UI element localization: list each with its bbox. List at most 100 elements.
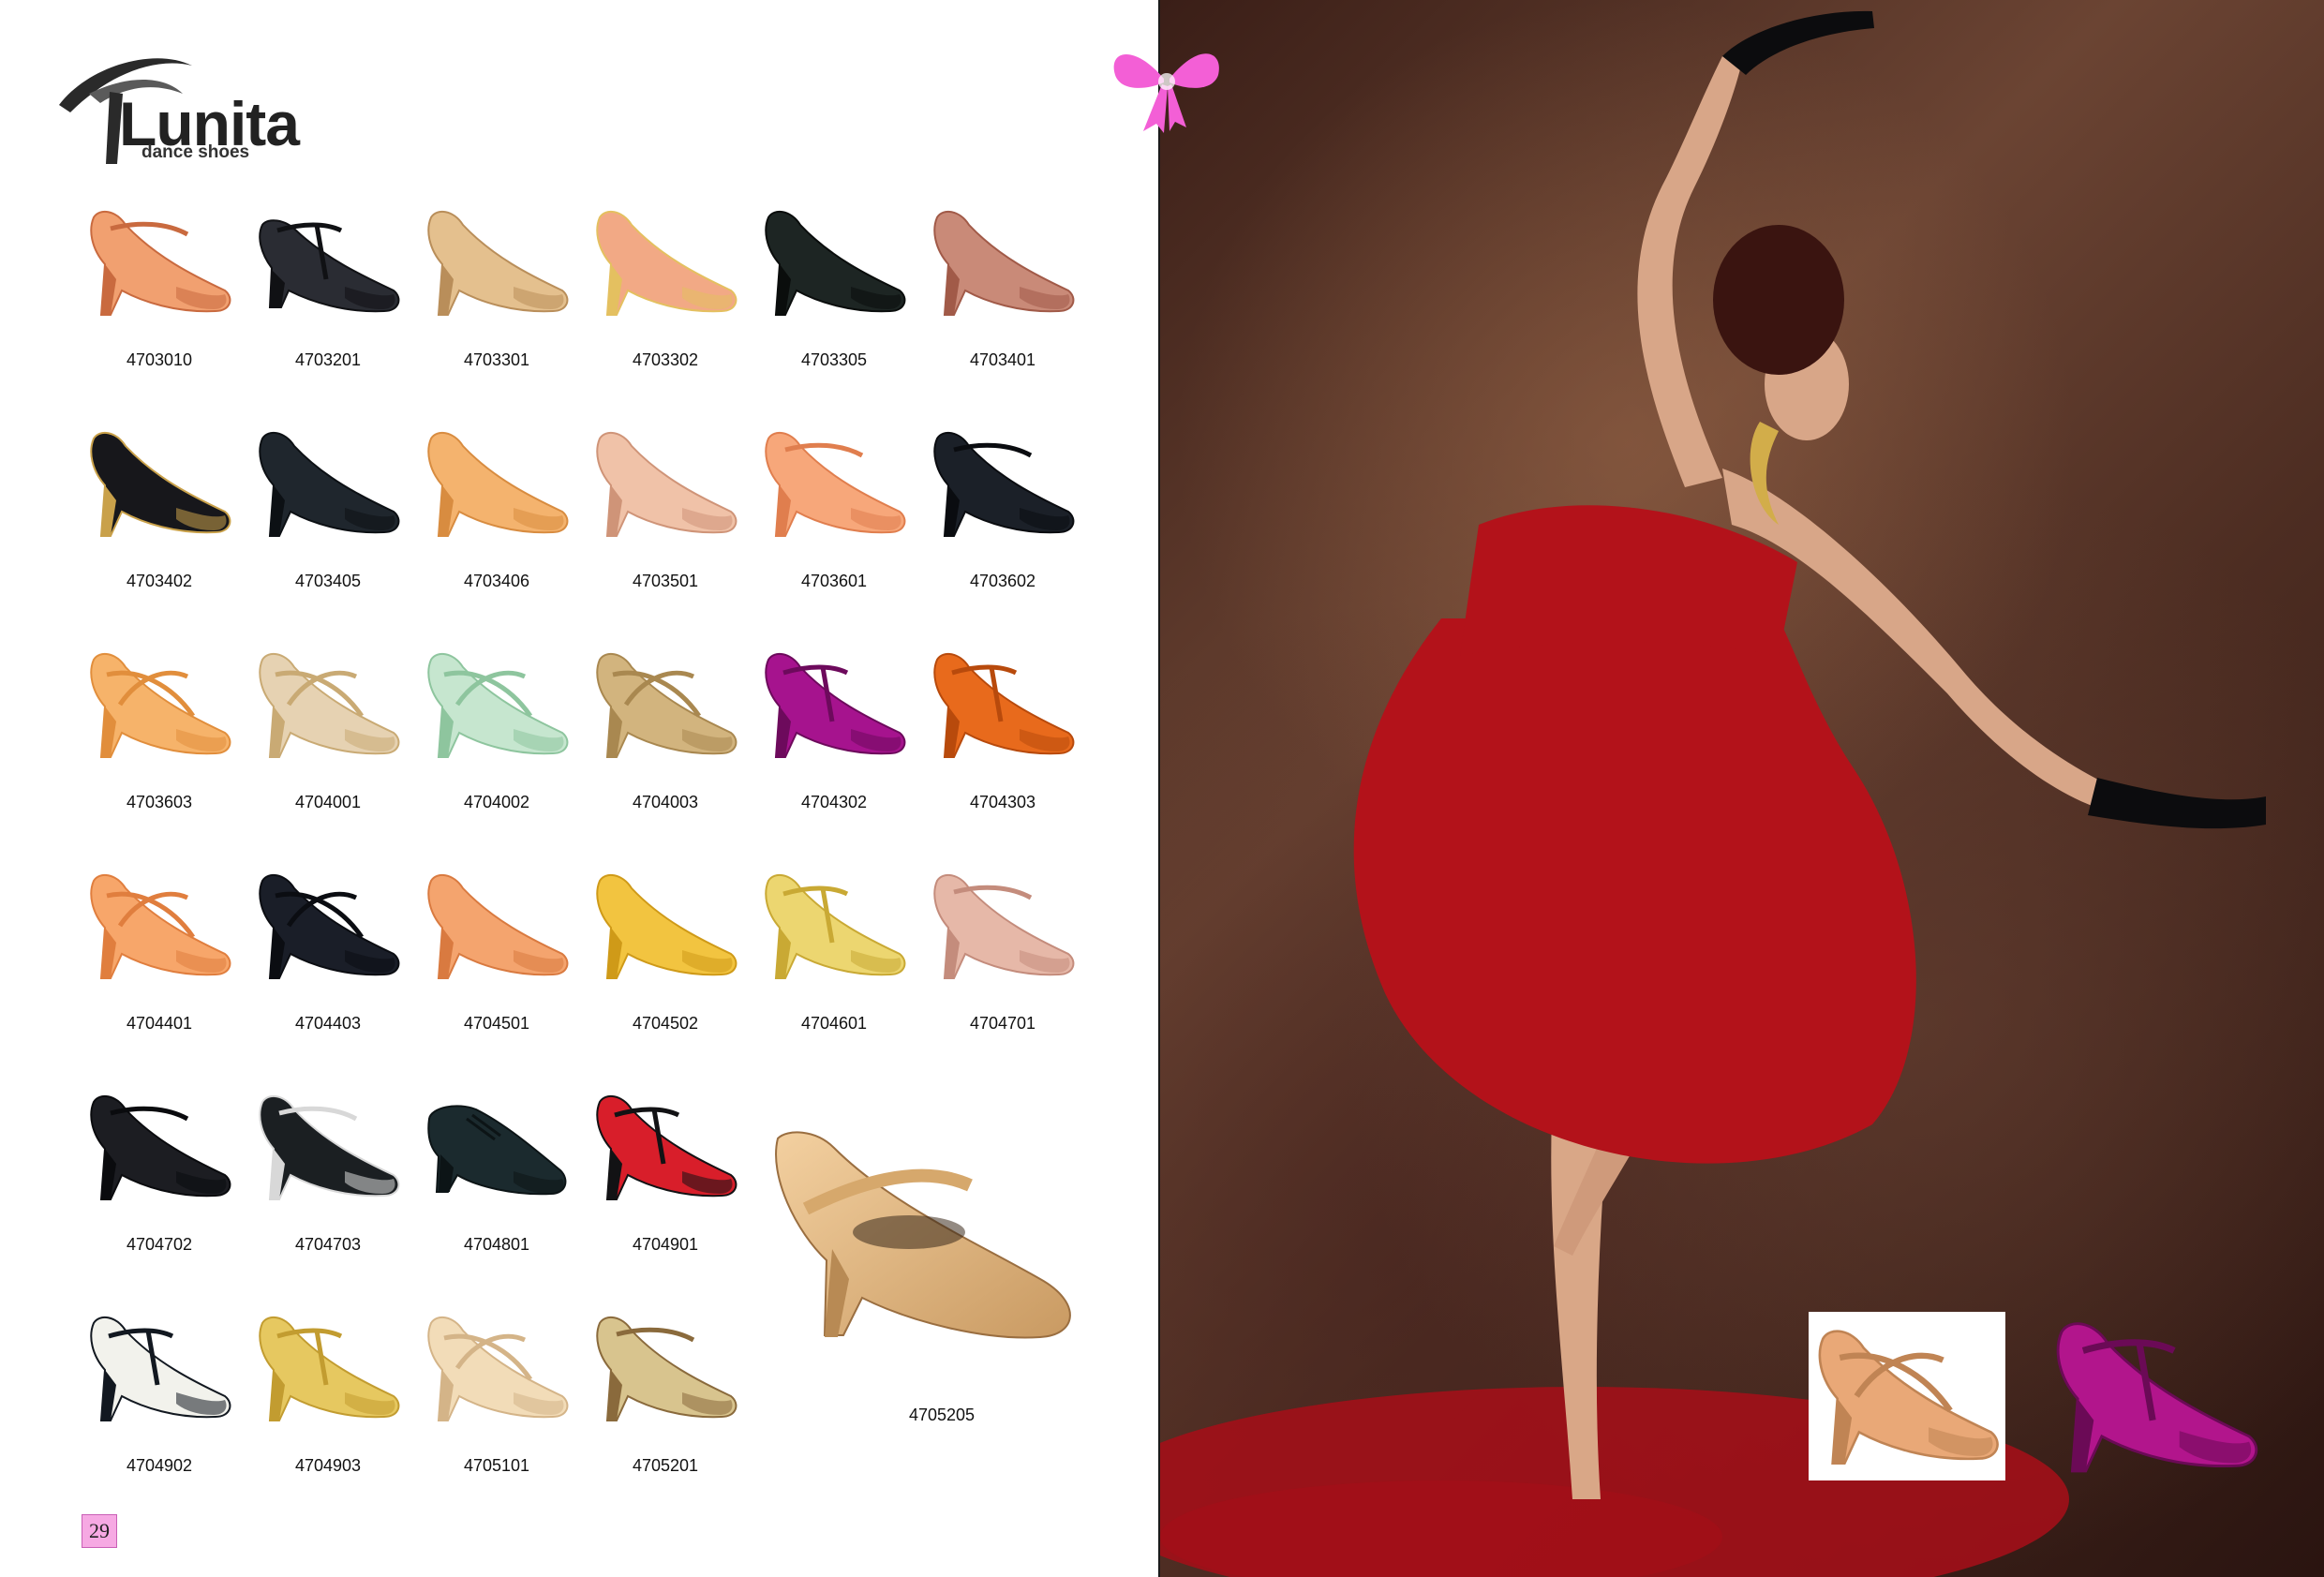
product-code: 4704403 — [294, 1014, 362, 1033]
product-code: 4703405 — [294, 572, 362, 590]
shoe-image[interactable] — [420, 639, 574, 770]
shoe-image[interactable] — [251, 1302, 405, 1434]
shoe-image[interactable] — [82, 418, 236, 549]
product-code: 4703401 — [969, 350, 1036, 369]
shoe-image[interactable] — [251, 418, 405, 549]
product-tile[interactable]: 4703602 — [918, 418, 1087, 605]
product-tile[interactable]: 4704903 — [244, 1302, 412, 1490]
brand-logo: Lunita dance shoes — [52, 37, 323, 169]
shoe-image[interactable] — [926, 418, 1080, 549]
shoe-image[interactable] — [420, 860, 574, 991]
product-tile[interactable]: 4703401 — [918, 197, 1087, 384]
product-code: 4703010 — [126, 350, 193, 369]
shoe-image[interactable] — [251, 197, 405, 328]
product-tile[interactable]: 4704302 — [750, 639, 918, 826]
shoe-image[interactable] — [82, 860, 236, 991]
product-tile[interactable]: 4703305 — [750, 197, 918, 384]
shoe-image[interactable] — [926, 197, 1080, 328]
shoe-image[interactable] — [82, 1302, 236, 1434]
product-tile[interactable]: 4704501 — [412, 860, 581, 1048]
product-tile[interactable]: 4704701 — [918, 860, 1087, 1048]
product-code: 4704001 — [294, 793, 362, 811]
product-code: 4703201 — [294, 350, 362, 369]
product-code: 4704701 — [969, 1014, 1036, 1033]
product-tile[interactable]: 4705101 — [412, 1302, 581, 1490]
shoe-image[interactable] — [757, 860, 911, 991]
shoe-image[interactable] — [757, 418, 911, 549]
product-code: 4704002 — [463, 793, 530, 811]
product-tile[interactable]: 4704003 — [581, 639, 750, 826]
product-code: 4704401 — [126, 1014, 193, 1033]
product-tile[interactable]: 4704002 — [412, 639, 581, 826]
product-tile[interactable]: 4704901 — [581, 1081, 750, 1269]
product-code: 4703402 — [126, 572, 193, 590]
product-tile[interactable]: 4703405 — [244, 418, 412, 605]
shoe-image[interactable] — [420, 197, 574, 328]
product-code: 4704302 — [800, 793, 868, 811]
product-tile[interactable]: 4703010 — [75, 197, 244, 384]
product-code: 4704502 — [632, 1014, 699, 1033]
product-tile[interactable]: 4703402 — [75, 418, 244, 605]
product-tile[interactable]: 4703603 — [75, 639, 244, 826]
shoe-image[interactable] — [420, 418, 574, 549]
product-tile[interactable]: 4704801 — [412, 1081, 581, 1269]
shoe-image[interactable] — [588, 418, 742, 549]
inset-shoe-image-1 — [1809, 1312, 2005, 1480]
shoe-image[interactable] — [588, 197, 742, 328]
product-code: 4704501 — [463, 1014, 530, 1033]
featured-product-code: 4705205 — [908, 1406, 976, 1424]
shoe-image[interactable] — [82, 197, 236, 328]
shoe-image[interactable] — [420, 1081, 574, 1213]
product-tile[interactable]: 4703406 — [412, 418, 581, 605]
product-tile[interactable]: 4704703 — [244, 1081, 412, 1269]
product-tile[interactable]: 4704601 — [750, 860, 918, 1048]
product-code: 4704903 — [294, 1456, 362, 1475]
logo-tagline: dance shoes — [142, 142, 250, 162]
shoe-image[interactable] — [588, 639, 742, 770]
shoe-image[interactable] — [251, 1081, 405, 1213]
product-tile[interactable]: 4704001 — [244, 639, 412, 826]
product-tile[interactable]: 4703601 — [750, 418, 918, 605]
product-code: 4703301 — [463, 350, 530, 369]
product-tile[interactable]: 4703301 — [412, 197, 581, 384]
product-code: 4704901 — [632, 1235, 699, 1254]
product-code: 4703406 — [463, 572, 530, 590]
product-code: 4704702 — [126, 1235, 193, 1254]
shoe-image[interactable] — [757, 639, 911, 770]
shoe-image[interactable] — [926, 639, 1080, 770]
product-tile[interactable]: 4705201 — [581, 1302, 750, 1490]
shoe-image[interactable] — [82, 1081, 236, 1213]
shoe-image[interactable] — [82, 639, 236, 770]
product-code: 4703603 — [126, 793, 193, 811]
product-code: 4703305 — [800, 350, 868, 369]
product-code: 4704902 — [126, 1456, 193, 1475]
product-code: 4704003 — [632, 793, 699, 811]
product-tile[interactable]: 4704403 — [244, 860, 412, 1048]
pink-ribbon-icon — [1106, 34, 1228, 137]
product-code: 4703501 — [632, 572, 699, 590]
shoe-image[interactable] — [251, 860, 405, 991]
shoe-image[interactable] — [588, 860, 742, 991]
product-tile[interactable]: 4704702 — [75, 1081, 244, 1269]
product-tile[interactable]: 4704401 — [75, 860, 244, 1048]
product-tile[interactable]: 4703302 — [581, 197, 750, 384]
product-tile[interactable]: 4704502 — [581, 860, 750, 1048]
shoe-image[interactable] — [588, 1081, 742, 1213]
product-code: 4704303 — [969, 793, 1036, 811]
product-code: 4704801 — [463, 1235, 530, 1254]
catalog-left-page: Lunita dance shoes 4703010 4703201 4703301… — [0, 0, 1160, 1577]
featured-shoe-image[interactable] — [759, 1120, 1087, 1363]
page-number: 29 — [82, 1514, 117, 1548]
product-code: 4704703 — [294, 1235, 362, 1254]
product-tile[interactable]: 4703201 — [244, 197, 412, 384]
inset-shoe-image-2 — [2043, 1302, 2268, 1490]
shoe-image[interactable] — [420, 1302, 574, 1434]
product-tile[interactable]: 4704902 — [75, 1302, 244, 1490]
shoe-image[interactable] — [926, 860, 1080, 991]
shoe-image[interactable] — [588, 1302, 742, 1434]
product-tile[interactable]: 4704303 — [918, 639, 1087, 826]
product-tile[interactable]: 4703501 — [581, 418, 750, 605]
shoe-image[interactable] — [251, 639, 405, 770]
shoe-image[interactable] — [757, 197, 911, 328]
product-code: 4704601 — [800, 1014, 868, 1033]
